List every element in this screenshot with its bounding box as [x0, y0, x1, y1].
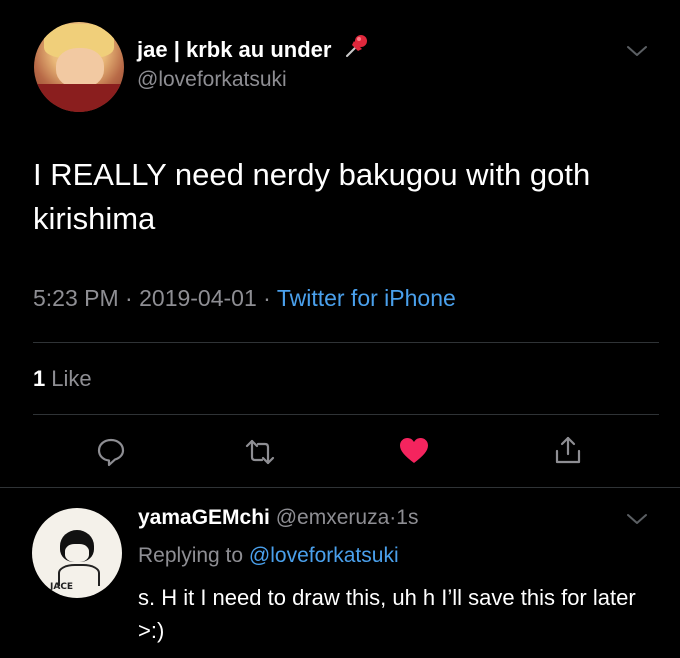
reply-handle[interactable]: @emxeruza	[276, 506, 390, 529]
avatar-face	[56, 48, 104, 88]
replying-prefix: Replying to	[138, 544, 244, 567]
meta-separator: ·	[125, 285, 133, 311]
avatar-face	[65, 544, 89, 562]
divider	[33, 342, 659, 343]
pushpin-icon	[345, 35, 367, 57]
reply-age: 1s	[396, 506, 419, 529]
author-name-text: jae | krbk au under	[137, 37, 332, 62]
tweet-source-link[interactable]: Twitter for iPhone	[277, 285, 456, 311]
author-handle[interactable]: @loveforkatsuki	[137, 68, 287, 92]
replying-to-link[interactable]: @loveforkatsuki	[249, 544, 399, 567]
avatar-shirt	[34, 84, 124, 112]
author-display-name[interactable]: jae | krbk au under	[137, 33, 370, 63]
replying-to: Replying to @loveforkatsuki	[138, 544, 399, 568]
tweet-metadata: 5:23 PM · 2019-04-01 · Twitter for iPhon…	[33, 285, 456, 312]
reply-text: s. H it I need to draw this, uh h I’ll s…	[138, 585, 636, 643]
like-label: Like	[51, 366, 92, 391]
share-icon[interactable]	[553, 435, 583, 465]
tweet-text: I REALLY need nerdy bakugou with goth ki…	[33, 157, 591, 236]
reply-display-name[interactable]: yamaGEMchi	[138, 506, 270, 529]
like-count-row[interactable]: 1 Like	[33, 366, 92, 392]
heart-icon[interactable]	[399, 436, 429, 466]
tweet-separator	[0, 487, 680, 488]
chevron-down-icon[interactable]	[626, 512, 648, 526]
tweet-time: 5:23 PM	[33, 285, 119, 311]
author-avatar[interactable]	[34, 22, 124, 112]
chevron-down-icon[interactable]	[626, 44, 648, 58]
reply-header: yamaGEMchi @emxeruza·1s	[138, 506, 418, 530]
divider	[33, 414, 659, 415]
retweet-icon[interactable]	[245, 437, 275, 467]
reply-icon[interactable]	[96, 437, 126, 467]
meta-separator: ·	[263, 285, 271, 311]
main-tweet: jae | krbk au under @loveforkatsuki I RE…	[0, 0, 680, 488]
tweet-date: 2019-04-01	[139, 285, 257, 311]
like-count: 1	[33, 366, 46, 391]
reply-author-avatar[interactable]: JACE	[32, 508, 122, 598]
avatar-shirt-text: JACE	[50, 582, 74, 592]
